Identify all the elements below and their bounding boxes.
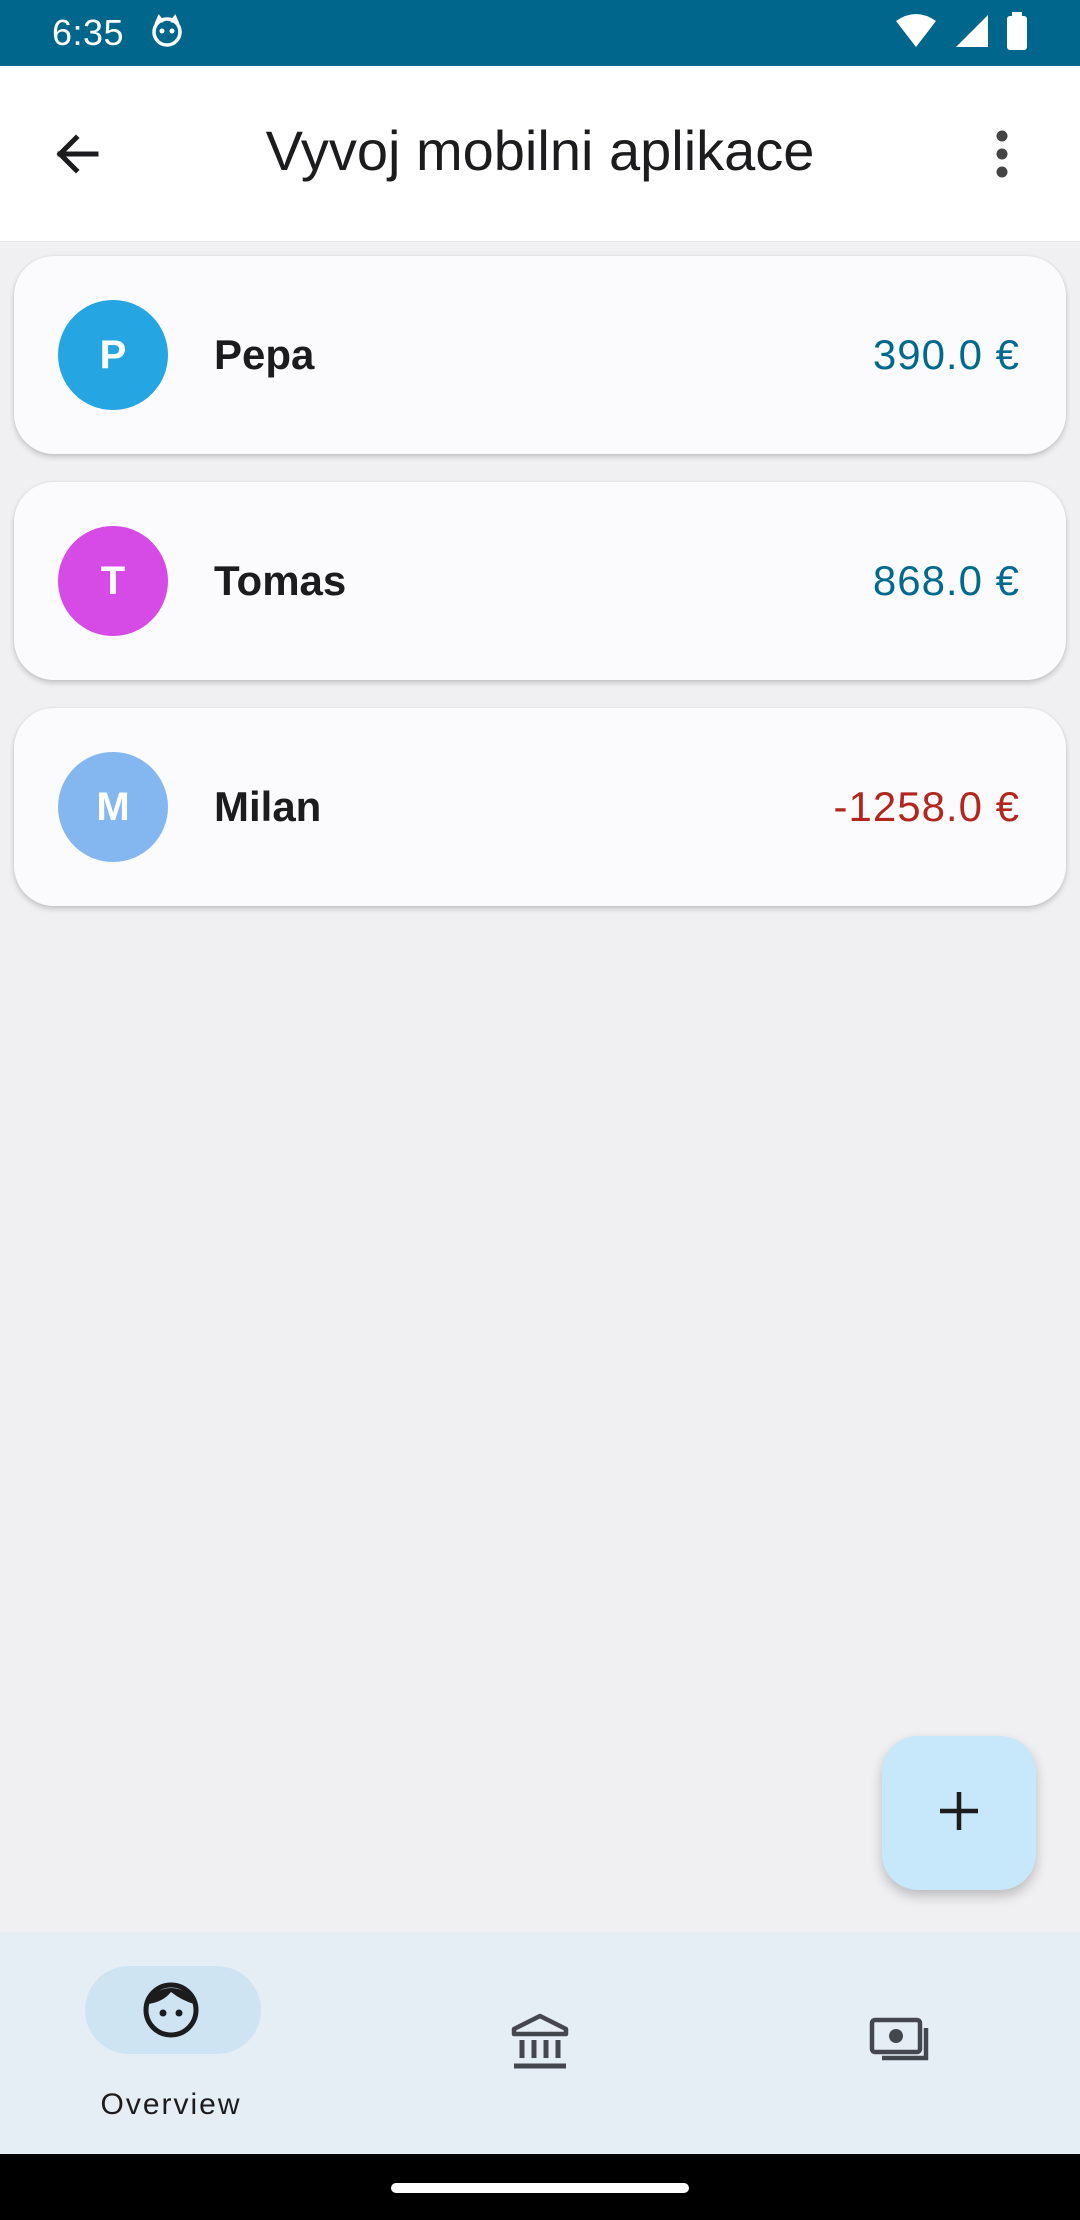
more-options-button[interactable]: [962, 116, 1042, 196]
avatar: M: [58, 752, 168, 862]
signal-icon: [954, 13, 990, 54]
bottom-navigation: Overview: [0, 1932, 1080, 2154]
status-left: 6:35: [52, 12, 184, 54]
member-name: Tomas: [214, 557, 347, 604]
status-right: [894, 11, 1028, 55]
home-gesture-handle[interactable]: [391, 2183, 689, 2193]
nav-label-overview: Overview: [100, 2088, 242, 2121]
member-list: P Pepa 390.0 € T Tomas 868.0 € M Milan -…: [14, 256, 1066, 934]
add-button[interactable]: [882, 1736, 1036, 1890]
avatar: P: [58, 300, 168, 410]
member-balance: -1258.0 €: [833, 783, 1020, 830]
member-balance: 390.0 €: [872, 331, 1020, 378]
nav-item-bank[interactable]: [360, 1932, 720, 2154]
battery-icon: [1006, 11, 1028, 55]
more-vertical-icon: [994, 130, 1010, 183]
status-bar: 6:35: [0, 0, 1080, 66]
member-name: Pepa: [214, 331, 315, 378]
system-navigation-bar: [0, 2154, 1080, 2220]
page-title: Vyvoj mobilni aplikace: [265, 119, 815, 182]
member-card[interactable]: M Milan -1258.0 €: [14, 708, 1066, 906]
wifi-icon: [894, 13, 938, 54]
member-card[interactable]: P Pepa 390.0 €: [14, 256, 1066, 454]
member-balance: 868.0 €: [872, 557, 1020, 604]
bank-icon: [360, 2012, 720, 2072]
face-icon: [0, 1980, 342, 2040]
member-name: Milan: [214, 783, 322, 830]
cat-icon: [150, 13, 184, 53]
nav-item-overview[interactable]: Overview: [0, 1932, 360, 2154]
member-card[interactable]: T Tomas 868.0 €: [14, 482, 1066, 680]
app-bar: Vyvoj mobilni aplikace: [0, 66, 1080, 242]
avatar: T: [58, 526, 168, 636]
payments-icon: [720, 2012, 1080, 2072]
nav-item-payments[interactable]: [720, 1932, 1080, 2154]
status-time: 6:35: [52, 12, 125, 53]
plus-icon: [937, 1789, 981, 1838]
